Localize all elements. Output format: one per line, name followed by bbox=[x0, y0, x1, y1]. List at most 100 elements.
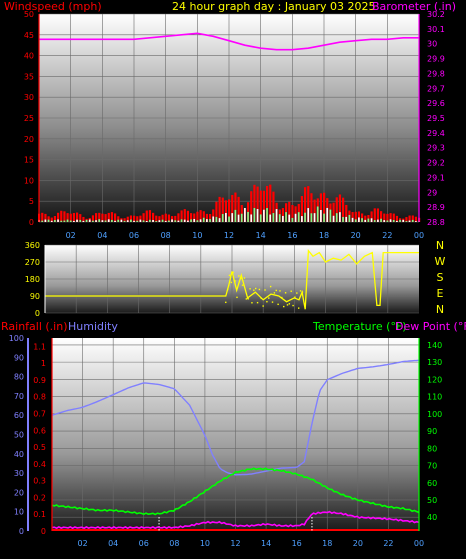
humidity-tick-label: 90 bbox=[14, 353, 24, 362]
rainfall-tick-label: 1 bbox=[41, 359, 46, 368]
barometer-tick-label: 29.2 bbox=[427, 159, 445, 168]
wind-average-bar bbox=[339, 212, 341, 222]
wind-gust-bar bbox=[145, 210, 148, 222]
wind-average-bar bbox=[88, 219, 91, 222]
temperature-tick-label: 70 bbox=[427, 462, 437, 471]
wind-average-bar bbox=[193, 218, 196, 222]
humidity-tick-label: 60 bbox=[14, 411, 24, 420]
wind-average-bar bbox=[323, 213, 325, 222]
wind-direction-point bbox=[234, 280, 236, 282]
wind-average-bar bbox=[320, 210, 322, 222]
wind-average-bar bbox=[44, 219, 47, 222]
wind-average-bar bbox=[69, 220, 72, 222]
wind-direction-point bbox=[301, 291, 304, 293]
wind-average-bar bbox=[288, 214, 291, 222]
wind-average-bar bbox=[269, 214, 272, 222]
wind-average-bar bbox=[250, 214, 253, 222]
humidity-tick-label: 40 bbox=[14, 450, 24, 459]
wind-average-bar bbox=[358, 217, 360, 222]
wind-average-bar bbox=[408, 220, 411, 222]
wind-average-bar bbox=[183, 219, 186, 222]
wind-average-bar bbox=[171, 219, 173, 222]
humidity-tick-label: 100 bbox=[9, 334, 24, 343]
barometer-tick-label: 29.8 bbox=[427, 69, 445, 78]
barometer-tick-label: 30.2 bbox=[427, 10, 445, 19]
wind-average-bar bbox=[259, 214, 262, 222]
wind-average-bar bbox=[228, 216, 230, 222]
time-tick-label: 18 bbox=[322, 539, 332, 548]
wind-direction-point bbox=[238, 275, 240, 277]
rainfall-tick-label: 0.1 bbox=[33, 510, 46, 519]
wind-average-bar bbox=[202, 217, 205, 222]
time-tick-label: 02 bbox=[66, 231, 76, 240]
wind-average-bar bbox=[123, 220, 126, 222]
wind-average-bar bbox=[380, 218, 382, 222]
wind-average-bar bbox=[266, 208, 268, 222]
temperature-tick-label: 90 bbox=[427, 427, 437, 436]
wind-average-bar bbox=[47, 219, 50, 222]
wind-average-bar bbox=[206, 219, 208, 222]
rainfall-axis-label: Rainfall (.in) bbox=[1, 320, 68, 333]
wind-average-bar bbox=[139, 219, 142, 222]
wind-average-bar bbox=[389, 219, 392, 222]
time-tick-label: 02 bbox=[77, 539, 87, 548]
wind-direction-point bbox=[292, 304, 294, 307]
rainfall-tick-label: 0.9 bbox=[33, 376, 46, 385]
wind-direction-point bbox=[269, 285, 272, 288]
wind-average-bar bbox=[345, 216, 348, 222]
rainfall-tick-label: 0.4 bbox=[33, 460, 46, 469]
wind-tick-label: 40 bbox=[24, 52, 34, 61]
wind-direction-point bbox=[240, 278, 242, 280]
wind-average-bar bbox=[253, 207, 256, 222]
wind-average-bar bbox=[244, 208, 246, 222]
temperature-tick-label: 100 bbox=[427, 410, 442, 419]
temperature-tick-label: 140 bbox=[427, 341, 442, 350]
barometer-tick-label: 29 bbox=[427, 188, 437, 197]
wind-average-bar bbox=[335, 213, 338, 222]
rainfall-tick-label: 0.8 bbox=[33, 393, 46, 402]
wind-average-bar bbox=[177, 220, 180, 222]
wind-direction-point bbox=[247, 298, 249, 300]
barometer-tick-label: 28.9 bbox=[427, 203, 445, 212]
wind-average-bar bbox=[411, 219, 414, 222]
wind-direction-point bbox=[260, 297, 262, 300]
barometer-tick-label: 29.7 bbox=[427, 84, 445, 93]
wind-direction-point bbox=[236, 296, 238, 299]
wind-average-bar bbox=[342, 216, 344, 222]
wind-direction-point bbox=[256, 301, 259, 304]
direction-tick-label: 0 bbox=[35, 309, 40, 318]
wind-average-bar bbox=[152, 219, 154, 222]
wind-average-bar bbox=[73, 220, 75, 222]
time-tick-label: 16 bbox=[292, 539, 302, 548]
rainfall-tick-label: 0 bbox=[41, 527, 46, 536]
wind-average-bar bbox=[215, 216, 218, 222]
wind-average-bar bbox=[92, 220, 94, 222]
rainfall-tick-label: 0.6 bbox=[33, 426, 46, 435]
wind-direction-point bbox=[245, 298, 248, 300]
wind-average-bar bbox=[415, 221, 417, 222]
barometer-tick-label: 30 bbox=[427, 40, 437, 49]
wind-average-bar bbox=[187, 220, 189, 222]
barometer-tick-label: 29.9 bbox=[427, 55, 445, 64]
wind-tick-label: 20 bbox=[24, 135, 34, 144]
wind-average-bar bbox=[149, 219, 151, 222]
wind-average-bar bbox=[79, 219, 82, 222]
humidity-axis-label: Humidity bbox=[68, 320, 118, 333]
time-tick-label: 12 bbox=[224, 231, 234, 240]
wind-gust-bar bbox=[60, 210, 63, 222]
compass-label: N bbox=[436, 239, 444, 252]
humidity-tick-label: 10 bbox=[14, 508, 24, 517]
wind-average-bar bbox=[332, 215, 335, 222]
wind-average-bar bbox=[82, 220, 85, 222]
time-tick-label: 08 bbox=[161, 231, 171, 240]
wind-direction-point bbox=[296, 292, 298, 294]
wind-direction-point bbox=[275, 289, 277, 292]
wind-average-bar bbox=[285, 212, 287, 222]
time-tick-label: 10 bbox=[200, 539, 210, 548]
wind-average-bar bbox=[54, 220, 56, 222]
wind-direction-point bbox=[228, 274, 231, 277]
wind-average-bar bbox=[41, 220, 44, 222]
time-tick-label: 08 bbox=[169, 539, 179, 548]
barometer-tick-label: 30.1 bbox=[427, 25, 445, 34]
wind-average-bar bbox=[218, 218, 221, 222]
